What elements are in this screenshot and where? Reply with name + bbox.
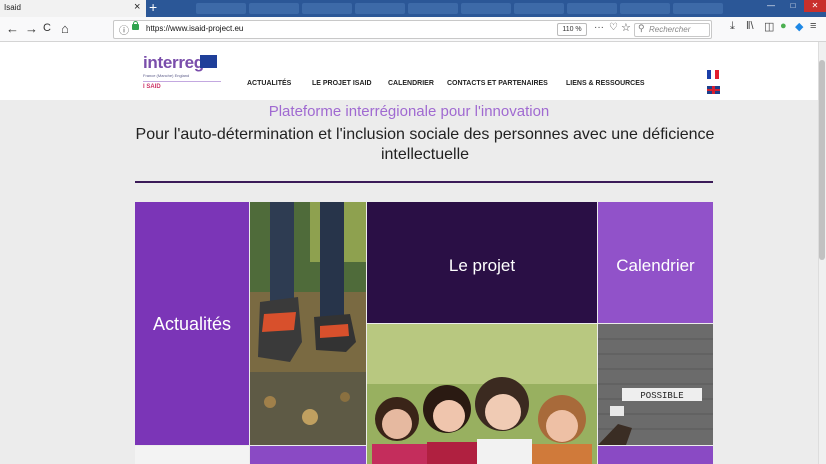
pocket-icon[interactable]: ♡ bbox=[609, 22, 618, 33]
background-tab[interactable] bbox=[196, 3, 246, 14]
background-tab[interactable] bbox=[673, 3, 723, 14]
back-icon[interactable]: ← bbox=[6, 21, 19, 36]
possible-image: POSSIBLE bbox=[598, 324, 713, 445]
maximize-icon: □ bbox=[790, 1, 796, 10]
logo-subtitle: France (Manche) England bbox=[143, 73, 190, 78]
menu-icon[interactable]: ≡ bbox=[810, 20, 816, 32]
info-icon[interactable]: ⓘ bbox=[119, 22, 129, 37]
tile-calendrier-label: Calendrier bbox=[616, 256, 695, 275]
possible-text: POSSIBLE bbox=[640, 391, 683, 401]
url-text[interactable]: https://www.isaid-project.eu bbox=[146, 24, 243, 33]
background-tab[interactable] bbox=[567, 3, 617, 14]
minimize-icon: — bbox=[767, 1, 775, 10]
background-tab[interactable] bbox=[249, 3, 299, 14]
logo-divider bbox=[143, 81, 221, 82]
search-icon: ⚲ bbox=[638, 23, 645, 33]
more-icon[interactable]: ··· bbox=[594, 22, 604, 33]
star-icon[interactable]: ☆ bbox=[621, 21, 631, 34]
site-subtitle: Plateforme interrégionale pour l'innovat… bbox=[268, 103, 550, 120]
site-header bbox=[0, 42, 818, 100]
lock-icon bbox=[132, 24, 139, 30]
tile-possible-photo[interactable]: POSSIBLE bbox=[598, 324, 713, 445]
search-placeholder: Rechercher bbox=[649, 25, 691, 34]
menu-contacts[interactable]: CONTACTS ET PARTENAIRES bbox=[447, 80, 548, 87]
nav-bar: ← → C ⌂ ⓘ https://www.isaid-project.eu 1… bbox=[0, 17, 826, 42]
menu-liens[interactable]: LIENS & RESSOURCES bbox=[566, 80, 645, 87]
extension-icon[interactable]: ● bbox=[780, 20, 787, 32]
window-close-button[interactable]: ✕ bbox=[804, 0, 826, 12]
background-tab[interactable] bbox=[408, 3, 458, 14]
section-divider bbox=[135, 181, 713, 183]
menu-calendrier[interactable]: CALENDRIER bbox=[388, 80, 434, 87]
tile-hiking-photo[interactable] bbox=[250, 202, 366, 445]
hiking-image bbox=[250, 202, 366, 445]
tile-le-projet[interactable]: Le projet bbox=[367, 202, 597, 323]
tile-actualites[interactable]: Actualités bbox=[135, 202, 249, 445]
tile-bottom-photo[interactable] bbox=[135, 446, 249, 464]
scrollbar-thumb[interactable] bbox=[819, 60, 825, 260]
background-tab[interactable] bbox=[302, 3, 352, 14]
background-tab[interactable] bbox=[461, 3, 511, 14]
sidebar-icon[interactable]: ◫ bbox=[764, 20, 774, 33]
tile-calendrier[interactable]: Calendrier bbox=[598, 202, 713, 323]
uk-flag-icon[interactable] bbox=[712, 86, 715, 94]
background-tab[interactable] bbox=[514, 3, 564, 14]
menu-le-projet[interactable]: LE PROJET ISAID bbox=[312, 80, 372, 87]
new-tab-icon[interactable]: + bbox=[149, 0, 157, 15]
eu-flag-icon bbox=[200, 55, 217, 68]
window-maximize-button[interactable]: □ bbox=[782, 0, 804, 12]
tile-bottom-purple[interactable] bbox=[250, 446, 366, 464]
url-bar[interactable]: ⓘ https://www.isaid-project.eu 110 % ···… bbox=[113, 20, 712, 39]
tab-title: Isaid bbox=[4, 3, 21, 12]
search-input[interactable]: ⚲ Rechercher bbox=[634, 23, 710, 37]
home-icon[interactable]: ⌂ bbox=[61, 21, 69, 36]
menu-actualites[interactable]: ACTUALITÉS bbox=[247, 80, 291, 87]
logo-project-name: I SAID bbox=[143, 84, 161, 90]
active-tab[interactable]: Isaid × bbox=[0, 0, 146, 17]
tile-group-photo[interactable] bbox=[367, 324, 597, 464]
forward-icon[interactable]: → bbox=[25, 21, 38, 36]
library-icon[interactable]: ‖\ bbox=[746, 20, 754, 32]
tile-bottom-purple[interactable] bbox=[598, 446, 713, 464]
download-icon[interactable]: ⤓ bbox=[730, 20, 735, 33]
window-minimize-button[interactable]: — bbox=[760, 0, 782, 12]
site-tagline: Pour l'auto-détermination et l'inclusion… bbox=[135, 126, 715, 163]
site-logo[interactable]: interreg bbox=[143, 53, 204, 73]
close-icon: ✕ bbox=[811, 1, 819, 10]
background-tab[interactable] bbox=[620, 3, 670, 14]
background-tab[interactable] bbox=[355, 3, 405, 14]
group-image bbox=[367, 324, 597, 464]
tab-close-icon[interactable]: × bbox=[134, 1, 140, 13]
reload-icon[interactable]: C bbox=[43, 22, 51, 34]
tile-actualites-label: Actualités bbox=[152, 314, 232, 334]
extension-icon[interactable]: ◆ bbox=[795, 20, 803, 33]
tile-projet-label: Le projet bbox=[448, 256, 516, 275]
zoom-badge[interactable]: 110 % bbox=[557, 23, 587, 36]
french-flag-icon[interactable] bbox=[715, 70, 719, 79]
